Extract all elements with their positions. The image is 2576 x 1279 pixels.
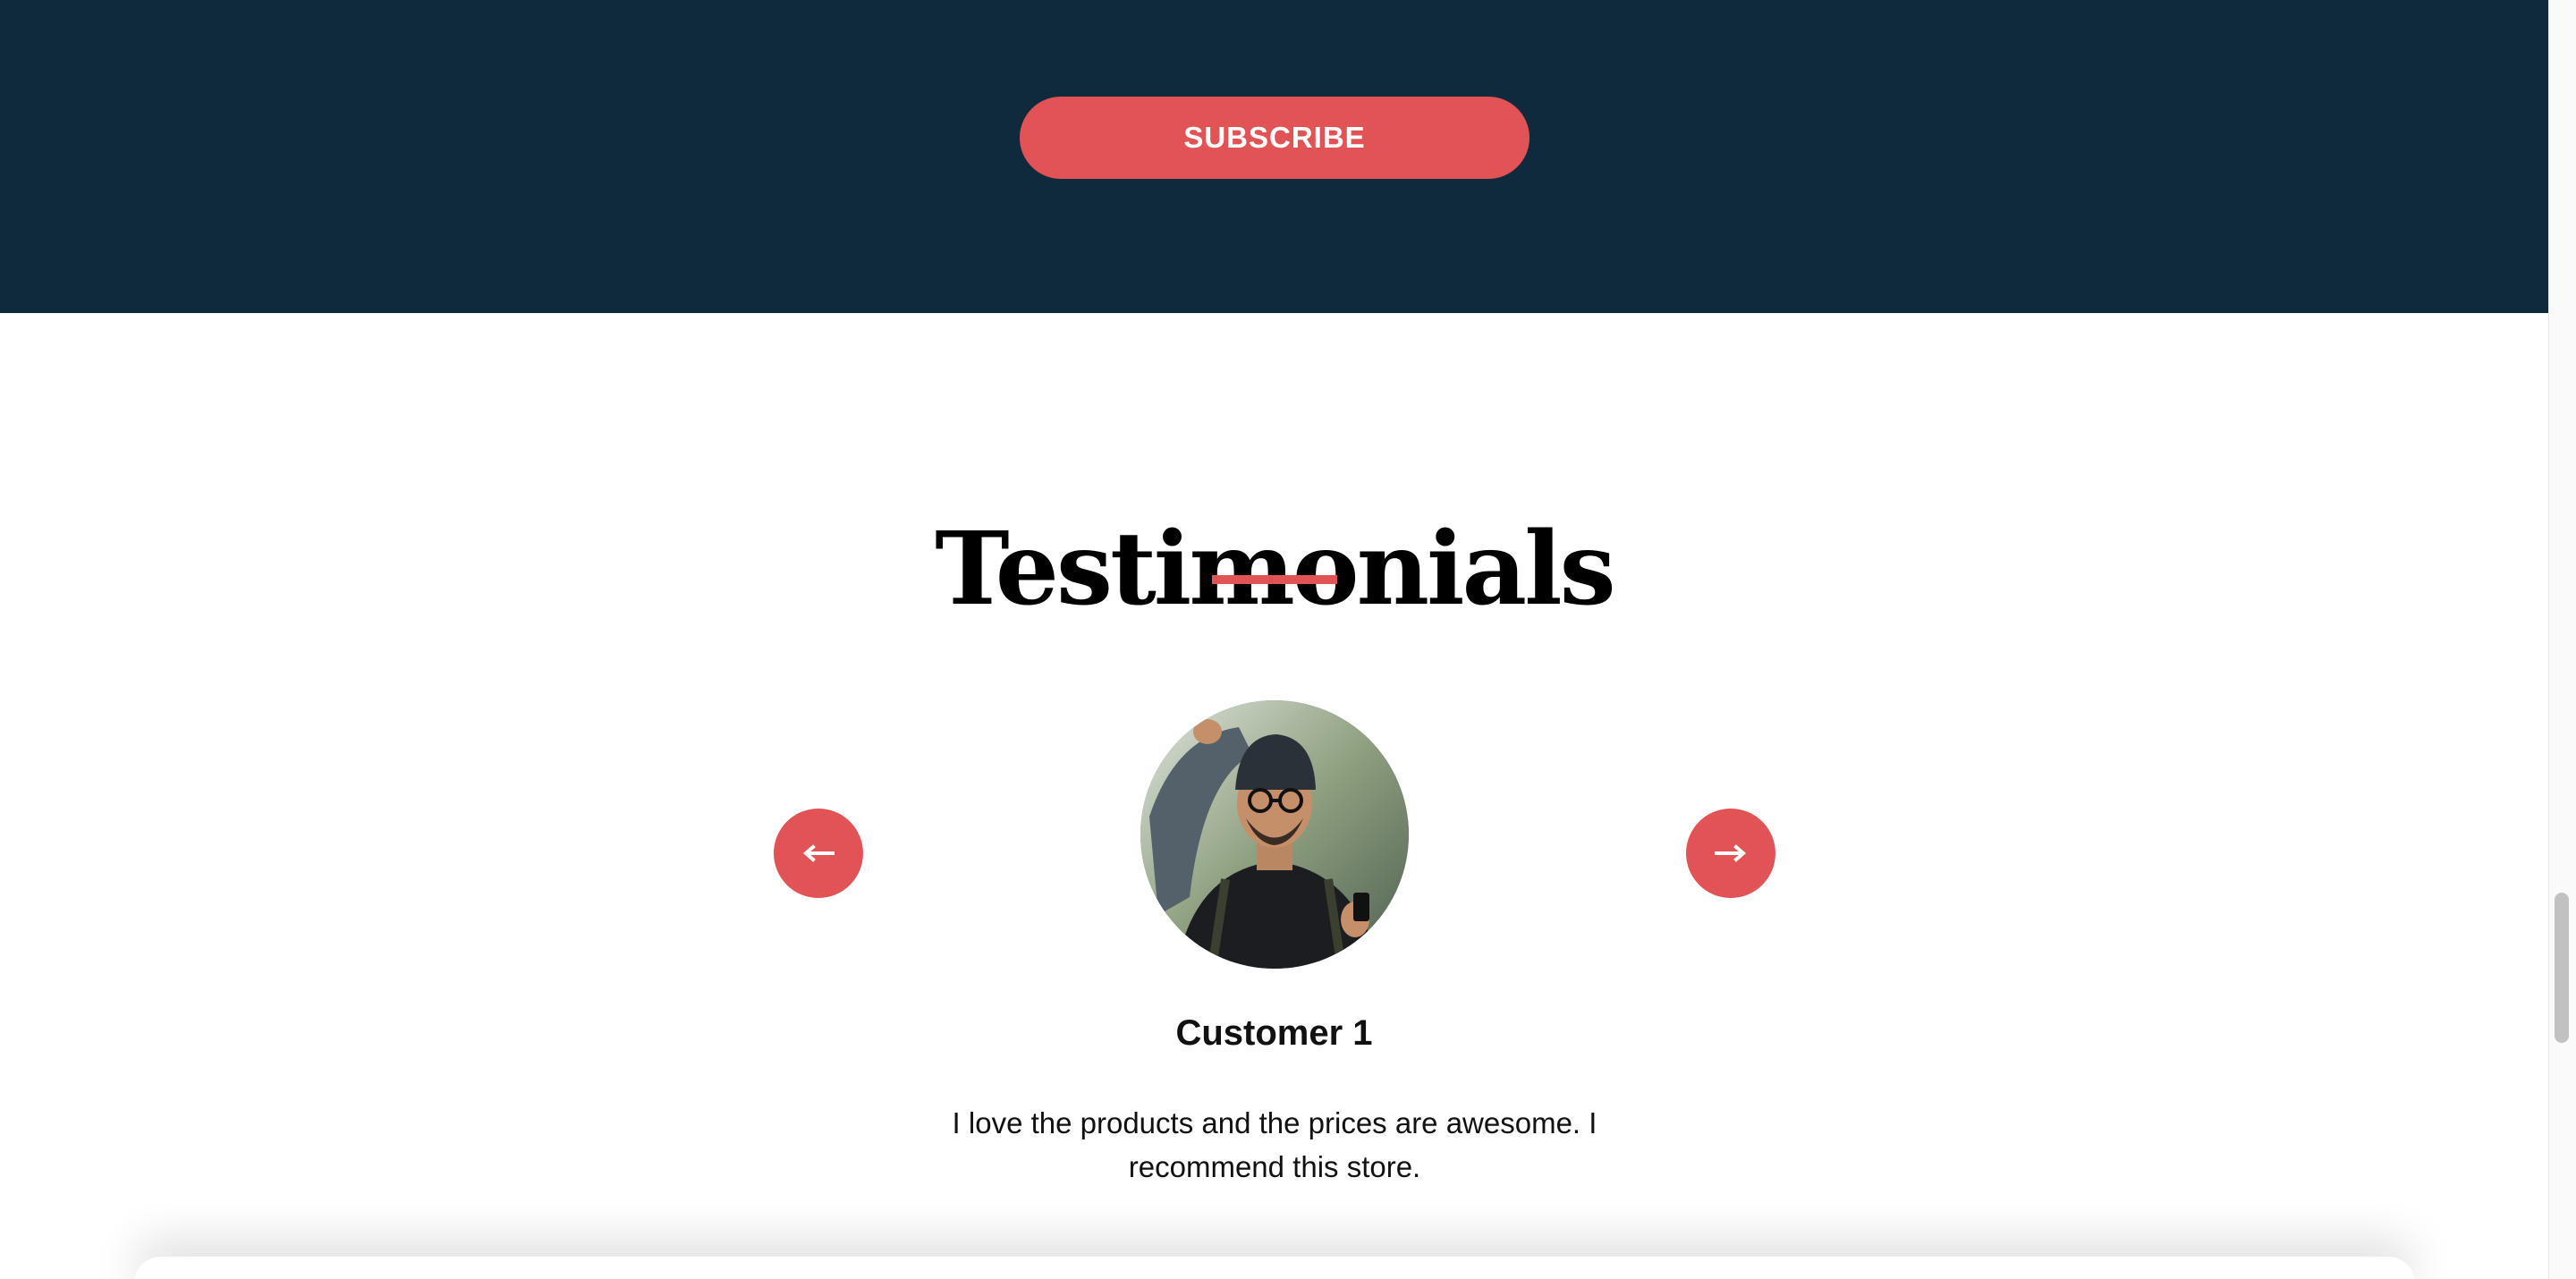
- testimonials-title: Testimonials: [935, 510, 1615, 628]
- customer-name: Customer 1: [1175, 1013, 1373, 1053]
- previous-testimonial-button[interactable]: [774, 809, 863, 898]
- customer-photo: [1140, 700, 1409, 969]
- arrow-right-icon: [1715, 844, 1747, 862]
- next-section-card: [134, 1257, 2415, 1279]
- next-testimonial-button[interactable]: [1686, 809, 1775, 898]
- customer-quote: I love the products and the prices are a…: [952, 1106, 1597, 1183]
- subscribe-button[interactable]: SUBSCRIBE: [1020, 97, 1530, 179]
- scrollbar-thumb[interactable]: [2555, 893, 2569, 1043]
- title-underline: [1212, 575, 1337, 584]
- page: SUBSCRIBE Testimonials Customer 1 I love…: [0, 0, 2576, 1279]
- customer-avatar: [1140, 700, 1409, 969]
- arrow-left-icon: [802, 844, 835, 862]
- page-scrollbar[interactable]: [2548, 0, 2576, 1279]
